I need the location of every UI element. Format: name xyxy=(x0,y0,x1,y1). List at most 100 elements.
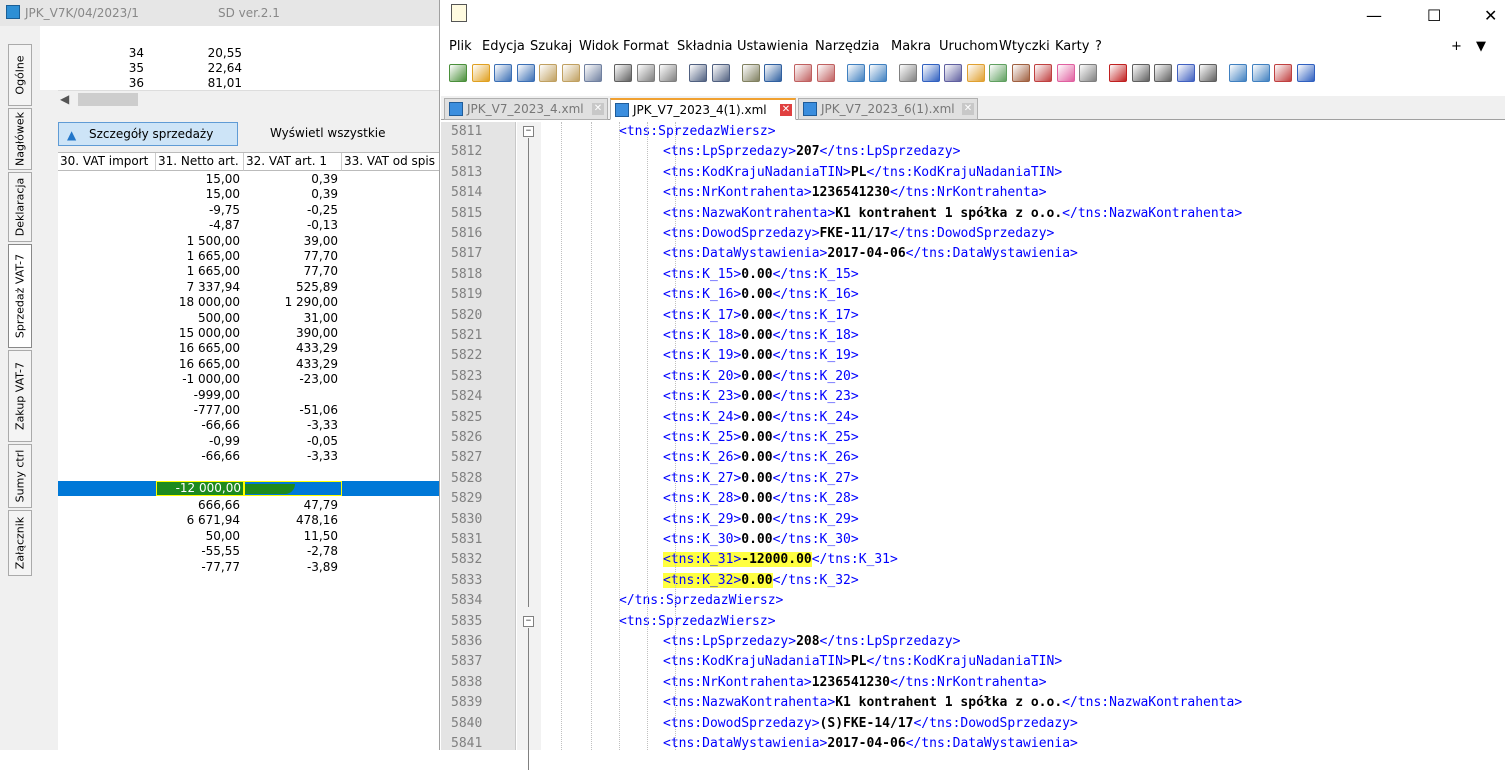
redo-icon[interactable] xyxy=(711,64,730,82)
code-line[interactable]: <tns:K_15>0.00</tns:K_15> xyxy=(663,265,859,285)
code-line[interactable]: <tns:DataWystawienia>2017-04-06</tns:Dat… xyxy=(663,734,1078,754)
vat-cell[interactable]: 433,29 xyxy=(244,357,338,371)
maximize-button[interactable]: ☐ xyxy=(1427,6,1441,25)
run-macro-icon[interactable] xyxy=(1176,64,1195,82)
column-header[interactable]: 30. VAT import xyxy=(58,153,156,171)
menu-item[interactable]: Makra xyxy=(891,39,931,54)
vat-cell[interactable]: 77,70 xyxy=(244,265,338,278)
menu-item[interactable]: Narzędzia xyxy=(815,39,880,54)
scroll-left-icon[interactable]: ◀ xyxy=(60,92,76,108)
code-line[interactable]: <tns:KodKrajuNadaniaTIN>PL</tns:KodKraju… xyxy=(663,163,1062,183)
code-line[interactable]: <tns:DataWystawienia>2017-04-06</tns:Dat… xyxy=(663,244,1078,264)
show-all-chars-icon[interactable] xyxy=(921,64,940,82)
horizontal-scrollbar[interactable]: ◀ xyxy=(58,90,439,108)
plugin-3-icon[interactable] xyxy=(1274,64,1292,82)
vat-cell[interactable]: 433,29 xyxy=(244,342,338,355)
netto-cell[interactable]: 7 337,94 xyxy=(156,280,240,294)
code-line[interactable]: <tns:NrKontrahenta>1236541230</tns:NrKon… xyxy=(663,673,1047,693)
doc-map-icon[interactable] xyxy=(989,64,1007,82)
code-line[interactable]: <tns:DowodSprzedazy>(S)FKE-14/17</tns:Do… xyxy=(663,714,1078,734)
menu-item[interactable]: ? xyxy=(1095,39,1102,54)
netto-cell[interactable]: 6 671,94 xyxy=(156,514,240,527)
netto-cell[interactable]: 50,00 xyxy=(156,529,240,543)
column-header[interactable]: 31. Netto art. 1 xyxy=(156,153,244,171)
tab-naglowek[interactable]: Nagłówek xyxy=(8,108,32,170)
menu-item[interactable]: Format xyxy=(623,39,669,54)
vat-cell[interactable]: 77,70 xyxy=(244,250,338,263)
netto-cell[interactable]: 500,00 xyxy=(156,311,240,325)
netto-cell[interactable]: 666,66 xyxy=(156,499,240,512)
details-button[interactable]: ▲ Szczegóły sprzedaży xyxy=(58,122,238,146)
vat-cell[interactable]: -0,25 xyxy=(244,203,338,217)
vat-cell[interactable]: 390,00 xyxy=(244,327,338,340)
folder-workspace-icon[interactable] xyxy=(1056,64,1075,82)
open-file-icon[interactable] xyxy=(471,64,490,82)
code-line[interactable]: <tns:K_29>0.00</tns:K_29> xyxy=(663,510,859,530)
menu-item[interactable]: Szukaj xyxy=(530,39,572,54)
netto-cell[interactable]: 1 500,00 xyxy=(156,234,240,248)
netto-cell[interactable]: 16 665,00 xyxy=(156,342,240,355)
code-line[interactable]: <tns:K_16>0.00</tns:K_16> xyxy=(663,285,859,305)
code-line[interactable]: <tns:K_27>0.00</tns:K_27> xyxy=(663,469,859,489)
copy-icon[interactable] xyxy=(636,64,655,82)
code-line[interactable]: <tns:NazwaKontrahenta>K1 kontrahent 1 sp… xyxy=(663,693,1242,713)
menu-item[interactable]: Karty xyxy=(1055,39,1089,54)
vat-cell[interactable]: -3,89 xyxy=(244,560,338,574)
netto-cell[interactable]: -55,55 xyxy=(156,545,240,558)
play-macro-icon[interactable] xyxy=(1154,64,1172,82)
code-line[interactable]: <tns:KodKrajuNadaniaTIN>PL</tns:KodKraju… xyxy=(663,652,1062,672)
code-line[interactable]: <tns:K_19>0.00</tns:K_19> xyxy=(663,346,859,366)
sync-h-icon[interactable] xyxy=(869,64,887,82)
save-macro-icon[interactable] xyxy=(1199,64,1217,82)
netto-cell[interactable]: -9,75 xyxy=(156,203,240,217)
vat-cell[interactable]: 47,79 xyxy=(244,499,338,512)
menu-item[interactable]: Edycja xyxy=(482,39,525,54)
close-icon[interactable] xyxy=(539,64,557,82)
tab-sumy-ctrl[interactable]: Sumy ctrl xyxy=(8,444,32,508)
function-list-icon[interactable] xyxy=(1034,64,1052,82)
wrap-icon[interactable] xyxy=(899,64,917,82)
print-icon[interactable] xyxy=(584,64,602,82)
close-tab-icon[interactable]: ✕ xyxy=(780,104,792,116)
netto-cell[interactable]: -66,66 xyxy=(156,419,240,432)
code-line[interactable]: <tns:K_28>0.00</tns:K_28> xyxy=(663,489,859,509)
code-line[interactable]: <tns:K_24>0.00</tns:K_24> xyxy=(663,408,859,428)
netto-cell[interactable]: 16 665,00 xyxy=(156,357,240,371)
vat-cell[interactable]: 0,39 xyxy=(244,188,338,201)
code-line[interactable]: <tns:K_31>-12000.00</tns:K_31> xyxy=(663,550,898,570)
column-header[interactable]: 32. VAT art. 1 xyxy=(244,153,342,171)
netto-cell[interactable]: 18 000,00 xyxy=(156,296,240,309)
menu-item[interactable]: Składnia xyxy=(677,39,733,54)
netto-cell[interactable]: -4,87 xyxy=(156,219,240,232)
close-button[interactable]: ✕ xyxy=(1484,6,1497,25)
netto-cell[interactable]: -66,66 xyxy=(156,450,240,463)
netto-cell[interactable]: 1 665,00 xyxy=(156,265,240,278)
code-line[interactable]: <tns:K_26>0.00</tns:K_26> xyxy=(663,448,859,468)
vat-cell[interactable] xyxy=(244,389,338,402)
netto-cell[interactable]: -999,00 xyxy=(156,388,240,402)
menu-item[interactable]: Wtyczki xyxy=(999,39,1050,54)
code-line[interactable]: <tns:K_20>0.00</tns:K_20> xyxy=(663,367,859,387)
tab-sprzedaz-vat7[interactable]: Sprzedaż VAT-7 xyxy=(8,244,32,348)
sync-v-icon[interactable] xyxy=(846,64,865,82)
netto-cell[interactable]: 15,00 xyxy=(156,188,240,201)
selected-netto-cell[interactable]: -12 000,00 xyxy=(156,481,244,496)
vat-cell[interactable]: -0,05 xyxy=(244,434,338,448)
tab-zalacznik[interactable]: Załącznik xyxy=(8,510,32,576)
vat-cell[interactable]: -0,13 xyxy=(244,219,338,232)
stop-macro-icon[interactable] xyxy=(1131,64,1150,82)
column-header[interactable]: 33. VAT od spis xyxy=(342,153,439,171)
vat-cell[interactable]: 39,00 xyxy=(244,234,338,248)
doc-list-icon[interactable] xyxy=(1011,64,1030,82)
netto-cell[interactable]: -0,99 xyxy=(156,434,240,448)
code-line[interactable]: </tns:SprzedazWiersz> xyxy=(619,591,783,611)
monitor-icon[interactable] xyxy=(1079,64,1097,82)
netto-cell[interactable]: 15,00 xyxy=(156,173,240,186)
code-line[interactable]: <tns:SprzedazWiersz> xyxy=(619,612,776,632)
code-line[interactable]: <tns:K_18>0.00</tns:K_18> xyxy=(663,326,859,346)
netto-cell[interactable]: 1 665,00 xyxy=(156,250,240,263)
tab-jpk-2023-6-1[interactable]: JPK_V7_2023_6(1).xml ✕ xyxy=(798,98,978,120)
tab-jpk-2023-4[interactable]: JPK_V7_2023_4.xml ✕ xyxy=(444,98,608,120)
vat-cell[interactable]: -3,33 xyxy=(244,450,338,463)
undo-icon[interactable] xyxy=(689,64,707,82)
